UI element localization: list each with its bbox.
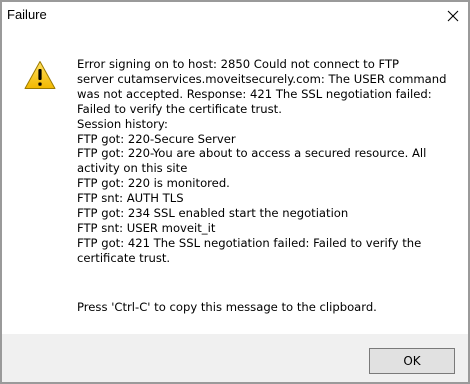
message-line: FTP got: 220-You are about to access a s… — [77, 146, 427, 161]
message-line: FTP got: 234 SSL enabled start the negot… — [77, 206, 349, 221]
message-line: Session history: — [77, 116, 168, 131]
message-line: Failed to verify the certificate trust. — [77, 101, 282, 116]
failure-dialog: Failure Error signing on to host: 2850 C… — [0, 0, 470, 384]
message-line: FTP snt: USER moveit_it — [77, 220, 216, 235]
close-icon — [447, 10, 459, 22]
message-line: FTP got: 220 is monitored. — [77, 176, 230, 191]
message-line: Error signing on to host: 2850 Could not… — [77, 57, 400, 71]
message-line: server cutamservices.moveitsecurely.com:… — [77, 71, 447, 86]
message-line: FTP got: 421 The SSL negotiation failed:… — [77, 235, 422, 250]
button-bar: OK — [2, 334, 468, 382]
close-button[interactable] — [438, 2, 468, 30]
message-line: FTP snt: AUTH TLS — [77, 191, 184, 206]
dialog-title: Failure — [7, 7, 47, 22]
warning-icon — [24, 61, 56, 89]
message-line: was not accepted. Response: 421 The SSL … — [77, 86, 432, 101]
message-line: activity on this site — [77, 161, 188, 176]
error-message: Error signing on to host: 2850 Could not… — [77, 57, 455, 266]
dialog-content: Error signing on to host: 2850 Could not… — [2, 32, 468, 334]
message-line: certificate trust. — [77, 250, 171, 265]
title-bar: Failure — [2, 2, 468, 32]
copy-hint: Press 'Ctrl-C' to copy this message to t… — [77, 300, 377, 314]
ok-button[interactable]: OK — [369, 348, 455, 374]
message-line: FTP got: 220-Secure Server — [77, 131, 236, 146]
